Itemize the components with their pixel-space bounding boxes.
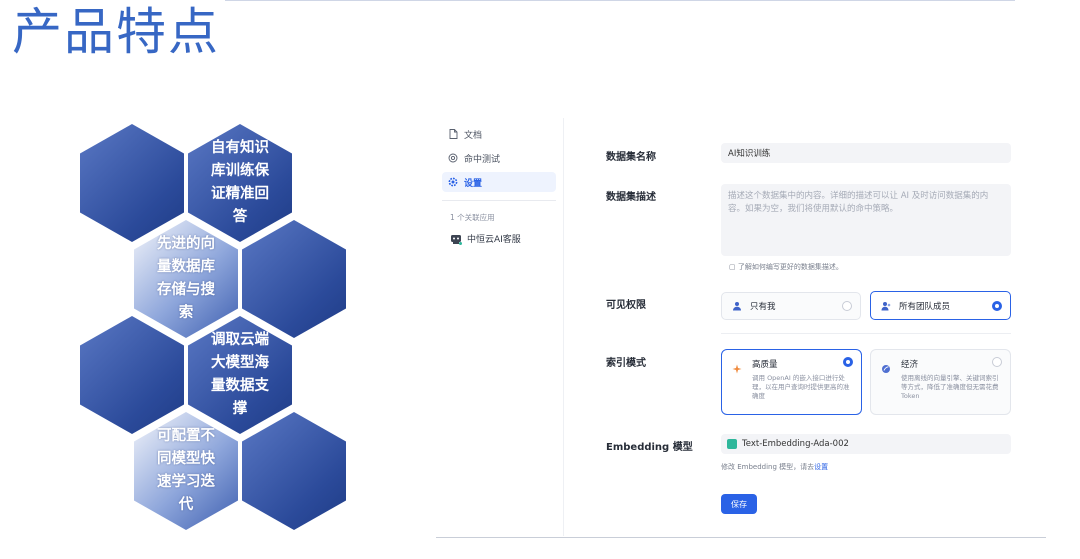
embedding-hint-text: 修改 Embedding 模型，请去 — [721, 463, 815, 471]
document-icon — [448, 129, 458, 139]
hexagon-decor — [242, 220, 346, 338]
visibility-option-only-me[interactable]: 只有我 — [721, 292, 861, 320]
embedding-model-input[interactable]: Text-Embedding-Ada-002 — [721, 434, 1011, 454]
visibility-label: 可见权限 — [606, 300, 646, 311]
index-mode-desc: 使用离线的向量引擎、关键词索引等方式，降低了准确度但无需花费 Token — [901, 374, 999, 400]
model-icon — [727, 439, 737, 449]
radio-button[interactable] — [842, 301, 852, 311]
hexagon-feature-4: 可配置不同模型快速学习迭代 — [134, 412, 238, 530]
index-mode-high-quality[interactable]: 高质量 调用 OpenAI 的嵌入接口进行处理，以在用户查询时提供更高的准确度 — [721, 349, 862, 415]
dataset-desc-hint-text: 了解如何编写更好的数据集描述。 — [737, 263, 843, 271]
hexagon-feature-1: 自有知识库训练保证精准回答 — [188, 124, 292, 242]
gear-icon — [448, 177, 458, 187]
related-apps-count: 1 个关联应用 — [450, 213, 495, 222]
feature-hexagon-cluster: 自有知识库训练保证精准回答 先进的向量数据库存储与搜索 调取云端大模型海量数据支… — [0, 0, 420, 559]
sparkle-icon — [732, 359, 742, 374]
dataset-desc-label: 数据集描述 — [606, 192, 656, 203]
visibility-option-all-members[interactable]: 所有团队成员 — [870, 291, 1011, 320]
person-icon — [732, 301, 742, 311]
hexagon-decor — [242, 412, 346, 530]
target-icon — [448, 153, 458, 163]
save-button[interactable]: 保存 — [721, 494, 757, 514]
embedding-model-value: Text-Embedding-Ada-002 — [742, 439, 849, 449]
robot-icon — [450, 233, 462, 245]
sidebar-item-label: 设置 — [464, 178, 483, 189]
sidebar-item-documents[interactable]: 文档 — [442, 124, 556, 144]
radio-button-selected[interactable] — [843, 357, 853, 367]
radio-button[interactable] — [992, 357, 1002, 367]
dataset-name-label: 数据集名称 — [606, 152, 656, 163]
sidebar: 文档 命中测试 设置 1 个关联应用 中恒云AI客服 — [436, 118, 564, 536]
index-mode-desc: 调用 OpenAI 的嵌入接口进行处理，以在用户查询时提供更高的准确度 — [752, 374, 850, 400]
info-icon: ▢ — [729, 263, 738, 271]
sidebar-item-hit-testing[interactable]: 命中测试 — [442, 148, 556, 168]
feature-label: 调取云端大模型海量数据支撑 — [211, 332, 269, 417]
index-mode-label: 索引模式 — [606, 358, 646, 369]
leaf-icon — [881, 359, 891, 373]
related-app-item[interactable]: 中恒云AI客服 — [450, 232, 521, 245]
feature-label: 可配置不同模型快速学习迭代 — [157, 428, 215, 513]
hexagon-decor — [80, 316, 184, 434]
section-divider — [721, 333, 1011, 334]
hexagon-feature-2: 先进的向量数据库存储与搜索 — [134, 220, 238, 338]
related-app-name: 中恒云AI客服 — [467, 235, 521, 245]
dataset-desc-textarea[interactable]: 描述这个数据集中的内容。详细的描述可以让 AI 及时访问数据集的内容。如果为空，… — [721, 184, 1011, 256]
slide: 产品特点 自有知识库训练保证精准回答 先进的向量数据库存储与搜索 调取云端大模型… — [0, 0, 1080, 559]
hexagon-feature-3: 调取云端大模型海量数据支撑 — [188, 316, 292, 434]
radio-button-selected[interactable] — [992, 300, 1002, 311]
settings-form: 数据集名称 AI知识训练 数据集描述 描述这个数据集中的内容。详细的描述可以让 … — [564, 118, 1046, 536]
sidebar-item-label: 命中测试 — [464, 154, 501, 165]
hexagon-decor — [80, 124, 184, 242]
dataset-settings-panel: 文档 命中测试 设置 1 个关联应用 中恒云AI客服 数据集名称 AI知识训练 … — [436, 118, 1046, 538]
sidebar-item-settings[interactable]: 设置 — [442, 172, 556, 192]
embedding-hint: 修改 Embedding 模型，请去设置 — [721, 462, 828, 472]
sidebar-divider — [442, 200, 556, 201]
team-icon — [881, 301, 891, 311]
dataset-desc-hint[interactable]: ▢ 了解如何编写更好的数据集描述。 — [729, 262, 843, 272]
visibility-option-label: 只有我 — [750, 302, 776, 312]
index-mode-economy[interactable]: 经济 使用离线的向量引擎、关键词索引等方式，降低了准确度但无需花费 Token — [870, 349, 1011, 415]
visibility-option-label: 所有团队成员 — [899, 301, 951, 312]
sidebar-item-label: 文档 — [464, 130, 483, 141]
index-mode-title: 高质量 — [752, 360, 778, 370]
index-mode-title: 经济 — [901, 360, 919, 370]
settings-link[interactable]: 设置 — [814, 463, 828, 471]
feature-label: 先进的向量数据库存储与搜索 — [157, 236, 215, 321]
dataset-name-input[interactable]: AI知识训练 — [721, 143, 1011, 163]
embedding-model-label: Embedding 模型 — [606, 442, 693, 453]
feature-label: 自有知识库训练保证精准回答 — [211, 140, 269, 225]
